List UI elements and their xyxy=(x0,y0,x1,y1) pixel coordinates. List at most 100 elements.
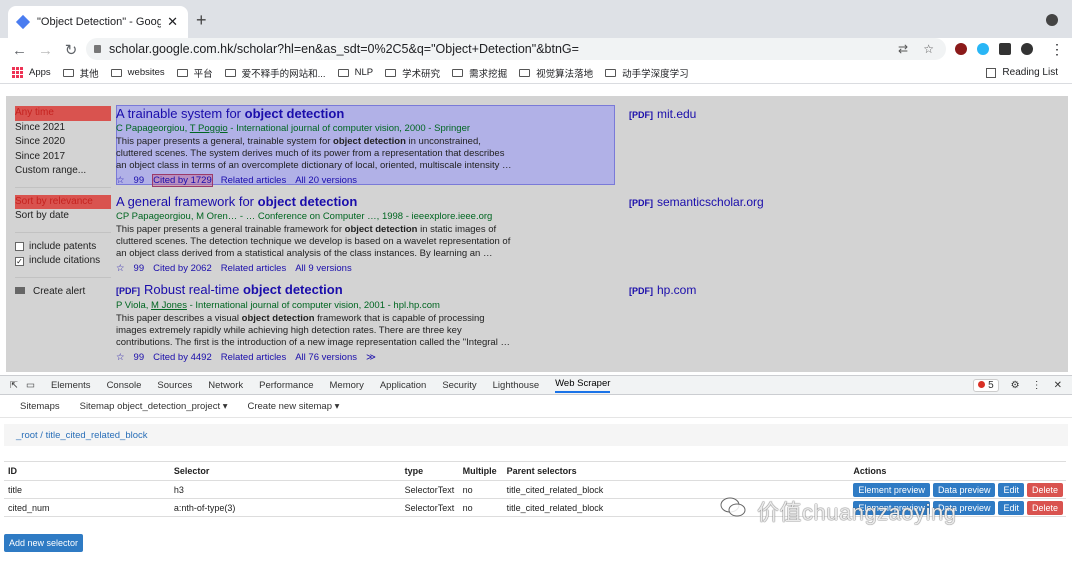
result-title[interactable]: [PDF] Robust real-time object detection xyxy=(116,282,516,299)
filter-any-time[interactable]: Any time xyxy=(15,106,111,121)
breadcrumb[interactable]: _root / title_cited_related_block xyxy=(4,424,1068,446)
save-star-icon[interactable]: ☆ xyxy=(116,352,125,363)
filter-since-2017[interactable]: Since 2017 xyxy=(15,150,111,165)
tab-network[interactable]: Network xyxy=(208,380,243,391)
cited-by-link[interactable]: Cited by 1729 xyxy=(152,174,213,187)
translate-icon[interactable]: ⇄ xyxy=(898,42,908,56)
error-count-badge[interactable]: 5 xyxy=(973,379,999,392)
filter-since-2021[interactable]: Since 2021 xyxy=(15,121,111,136)
bookmark-folder[interactable]: 学术研究 xyxy=(385,66,440,80)
result-snippet: This paper presents a general trainable … xyxy=(116,224,511,259)
new-tab-icon[interactable]: + xyxy=(196,10,207,31)
save-star-icon[interactable]: ☆ xyxy=(116,175,125,186)
folder-icon xyxy=(337,68,349,77)
edit-button[interactable]: Edit xyxy=(998,500,1024,515)
cited-by-link[interactable]: Cited by 4492 xyxy=(153,352,212,363)
related-articles-link[interactable]: Related articles xyxy=(221,175,286,186)
related-articles-link[interactable]: Related articles xyxy=(221,352,286,363)
bookmark-folder[interactable]: websites xyxy=(110,67,165,78)
url-bar[interactable]: scholar.google.com.hk/scholar?hl=en&as_s… xyxy=(86,38,946,60)
bookmark-folder[interactable]: 其他 xyxy=(62,66,99,80)
delete-button[interactable]: Delete xyxy=(1026,500,1063,515)
cell-type: SelectorText xyxy=(400,480,459,499)
bookmark-folder[interactable]: NLP xyxy=(337,67,373,78)
lock-icon xyxy=(94,45,101,53)
col-parent: Parent selectors xyxy=(502,461,850,481)
folder-icon xyxy=(62,68,74,77)
versions-link[interactable]: All 76 versions xyxy=(295,352,357,363)
pdf-link[interactable]: [PDF] semanticscholar.org xyxy=(629,195,764,209)
close-tab-icon[interactable]: ✕ xyxy=(167,14,178,30)
tab-application[interactable]: Application xyxy=(380,380,426,391)
browser-menu-icon[interactable]: ⋮ xyxy=(1050,41,1064,58)
cite-quote-icon[interactable]: 99 xyxy=(134,263,145,274)
device-toolbar-icon[interactable]: ▭ xyxy=(26,380,35,391)
sort-by-date[interactable]: Sort by date xyxy=(15,209,111,224)
versions-link[interactable]: All 20 versions xyxy=(295,175,357,186)
nav-sitemap-project[interactable]: Sitemap object_detection_project ▾ xyxy=(80,401,228,412)
tab-elements[interactable]: Elements xyxy=(51,380,91,391)
sort-by-relevance[interactable]: Sort by relevance xyxy=(15,194,111,209)
cite-quote-icon[interactable]: 99 xyxy=(134,175,145,186)
profile-menu-icon[interactable] xyxy=(1046,14,1058,26)
result-title[interactable]: A trainable system for object detection xyxy=(116,106,516,122)
account-icon[interactable] xyxy=(1021,43,1033,55)
tab-console[interactable]: Console xyxy=(107,380,142,391)
wechat-watermark-icon xyxy=(720,497,746,517)
delete-button[interactable]: Delete xyxy=(1026,482,1063,497)
versions-link[interactable]: All 9 versions xyxy=(295,263,352,274)
back-icon[interactable]: ← xyxy=(12,42,27,59)
folder-icon xyxy=(385,68,397,77)
nav-create-sitemap[interactable]: Create new sitemap ▾ xyxy=(248,401,340,412)
bookmark-folder[interactable]: 平台 xyxy=(176,66,213,80)
filter-since-2020[interactable]: Since 2020 xyxy=(15,135,111,150)
address-toolbar: ← → ↻ scholar.google.com.hk/scholar?hl=e… xyxy=(0,38,1072,62)
url-text[interactable]: scholar.google.com.hk/scholar?hl=en&as_s… xyxy=(109,42,579,56)
bookmark-folder[interactable]: 视觉算法落地 xyxy=(519,66,593,80)
browser-tab[interactable]: "Object Detection" - Google S ✕ xyxy=(8,6,188,38)
checkbox-icon[interactable] xyxy=(15,242,24,252)
bookmark-apps[interactable]: Apps xyxy=(12,67,51,78)
reload-icon[interactable]: ↻ xyxy=(64,41,78,59)
bookmark-folder[interactable]: 动手学深度学习 xyxy=(605,66,689,80)
edit-button[interactable]: Edit xyxy=(998,482,1024,497)
divider xyxy=(15,231,111,233)
include-patents-checkbox[interactable]: include patents xyxy=(15,240,111,255)
filter-custom-range[interactable]: Custom range... xyxy=(15,164,111,179)
result-links: ☆ 99 Cited by 1729 Related articles All 20 v… xyxy=(116,174,516,187)
close-devtools-icon[interactable]: ✕ xyxy=(1054,380,1062,391)
bookmark-star-icon[interactable]: ☆ xyxy=(923,42,934,56)
tab-memory[interactable]: Memory xyxy=(330,380,364,391)
tab-performance[interactable]: Performance xyxy=(259,380,313,391)
extension-icon-2[interactable] xyxy=(977,43,989,55)
pdf-link[interactable]: [PDF] hp.com xyxy=(629,283,696,297)
more-icon[interactable]: ≫ xyxy=(366,352,376,363)
settings-gear-icon[interactable]: ⚙ xyxy=(1011,380,1020,391)
extension-icon-1[interactable] xyxy=(955,43,967,55)
pdf-link[interactable]: [PDF] mit.edu xyxy=(629,107,696,121)
result-title[interactable]: A general framework for object detection xyxy=(116,194,516,210)
folder-icon xyxy=(110,68,122,77)
result-links: ☆ 99 Cited by 2062 Related articles All 9 ve… xyxy=(116,262,516,275)
forward-icon[interactable]: → xyxy=(38,42,53,59)
save-star-icon[interactable]: ☆ xyxy=(116,263,125,274)
related-articles-link[interactable]: Related articles xyxy=(221,263,286,274)
reading-list[interactable]: Reading List xyxy=(986,67,1058,78)
bookmark-folder[interactable]: 爱不释手的网站和... xyxy=(224,66,326,80)
tab-sources[interactable]: Sources xyxy=(157,380,192,391)
checkbox-checked-icon[interactable]: ✓ xyxy=(15,256,24,266)
inspect-element-icon[interactable]: ⇱ xyxy=(10,380,18,391)
cite-quote-icon[interactable]: 99 xyxy=(134,352,145,363)
tab-lighthouse[interactable]: Lighthouse xyxy=(493,380,539,391)
include-citations-checkbox[interactable]: ✓ include citations xyxy=(15,254,111,269)
cited-by-link[interactable]: Cited by 2062 xyxy=(153,263,212,274)
extensions-puzzle-icon[interactable] xyxy=(999,43,1011,55)
tab-security[interactable]: Security xyxy=(442,380,476,391)
nav-sitemaps[interactable]: Sitemaps xyxy=(20,401,60,412)
add-new-selector-button[interactable]: Add new selector xyxy=(4,534,84,552)
divider xyxy=(15,186,111,188)
bookmark-folder[interactable]: 需求挖掘 xyxy=(452,66,507,80)
create-alert[interactable]: Create alert xyxy=(15,285,111,300)
tab-web-scraper[interactable]: Web Scraper xyxy=(555,378,611,393)
more-options-icon[interactable]: ⋮ xyxy=(1032,380,1042,391)
